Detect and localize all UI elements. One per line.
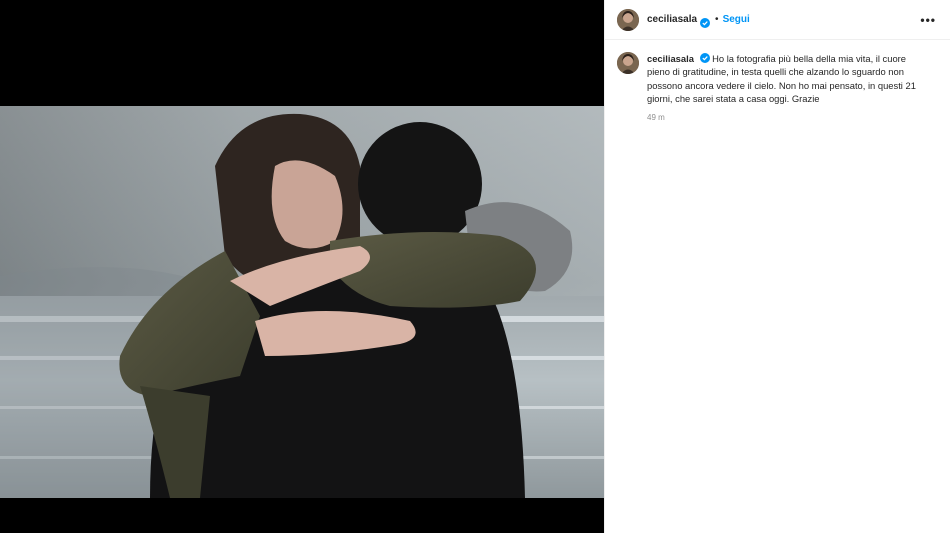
follow-button[interactable]: Segui [723,14,750,25]
caption-verified-badge-icon [699,53,710,63]
caption: ceciliasala Ho la fotografia più bella d… [647,52,927,124]
caption-row: ceciliasala Ho la fotografia più bella d… [605,40,950,124]
post-side-panel: ceciliasala • Segui ••• ceciliasala Ho l… [604,0,950,533]
post-photo [0,106,604,498]
caption-username[interactable]: ceciliasala [647,53,694,64]
separator-dot: • [715,14,719,25]
more-options-icon[interactable]: ••• [920,13,936,27]
verified-badge-icon [700,15,711,28]
caption-avatar[interactable] [617,52,639,74]
post-timestamp[interactable]: 49 m [647,111,927,124]
post-header: ceciliasala • Segui ••• [605,0,950,40]
avatar[interactable] [617,8,639,31]
post-media[interactable] [0,0,604,533]
username[interactable]: ceciliasala [647,14,697,25]
instagram-post: ceciliasala • Segui ••• ceciliasala Ho l… [0,0,950,533]
